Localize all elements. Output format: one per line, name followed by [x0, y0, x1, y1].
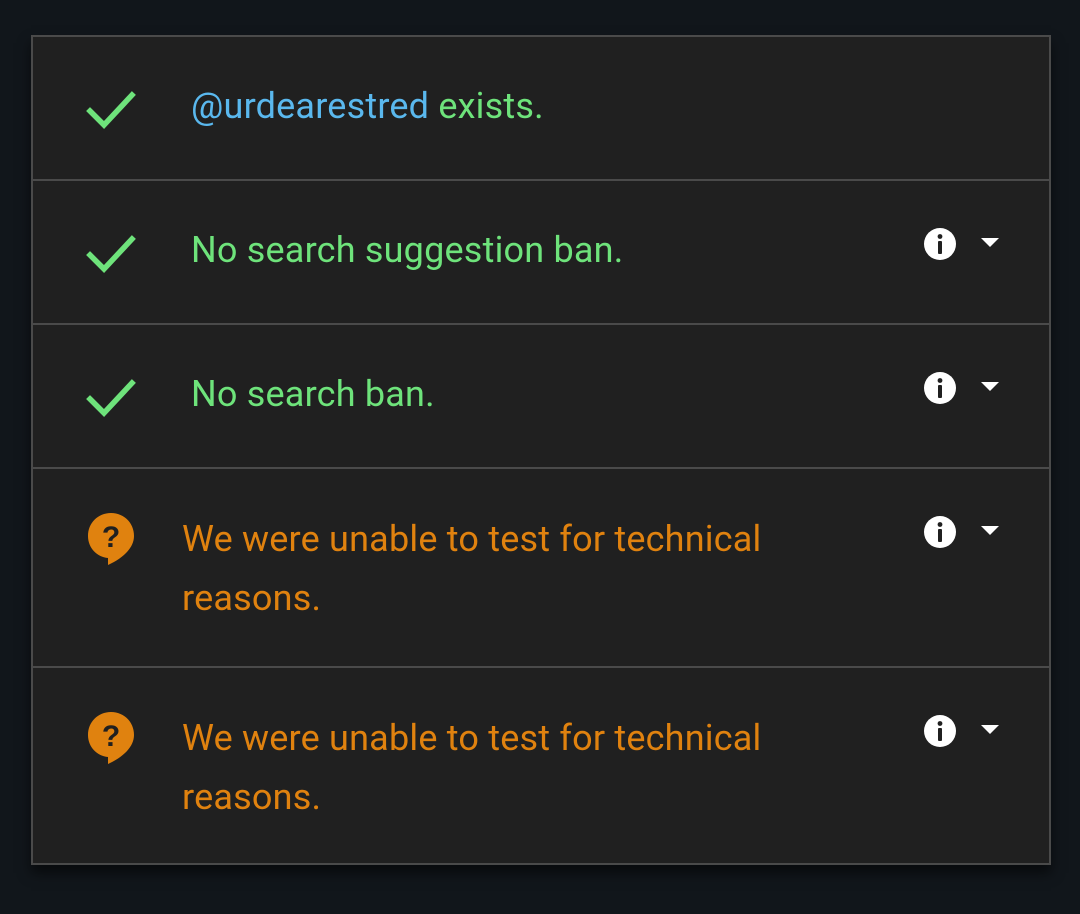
result-message: We were unable to test for technical rea… [182, 717, 762, 818]
result-text: exists. [429, 85, 544, 127]
info-icon[interactable] [923, 371, 957, 405]
question-bubble-icon: ? [88, 712, 134, 764]
info-icon[interactable] [923, 227, 957, 261]
question-bubble-icon: ? [88, 513, 134, 565]
dropdown-arrow-icon[interactable] [979, 379, 1001, 393]
result-message: @urdearestred exists. [191, 77, 891, 136]
result-row-search-suggestion-ban: No search suggestion ban. [33, 179, 1049, 323]
result-row-exists: @urdearestred exists. [33, 37, 1049, 179]
result-row-search-ban: No search ban. [33, 323, 1049, 467]
svg-text:?: ? [102, 720, 120, 753]
svg-text:?: ? [102, 521, 120, 554]
check-icon [86, 379, 136, 417]
result-message: No search ban. [191, 373, 435, 415]
info-icon[interactable] [923, 714, 957, 748]
check-icon [86, 91, 136, 129]
result-row-technical-2: ? We were unable to test for technical r… [33, 666, 1049, 863]
shadowban-results-panel: @urdearestred exists. No search suggesti… [31, 35, 1051, 865]
dropdown-arrow-icon[interactable] [979, 722, 1001, 736]
dropdown-arrow-icon[interactable] [979, 523, 1001, 537]
result-message: No search suggestion ban. [191, 229, 624, 271]
user-handle-link[interactable]: @urdearestred [191, 85, 429, 127]
result-message: We were unable to test for technical rea… [182, 518, 762, 619]
check-icon [86, 235, 136, 273]
info-icon[interactable] [923, 515, 957, 549]
dropdown-arrow-icon[interactable] [979, 235, 1001, 249]
result-row-technical-1: ? We were unable to test for technical r… [33, 467, 1049, 666]
